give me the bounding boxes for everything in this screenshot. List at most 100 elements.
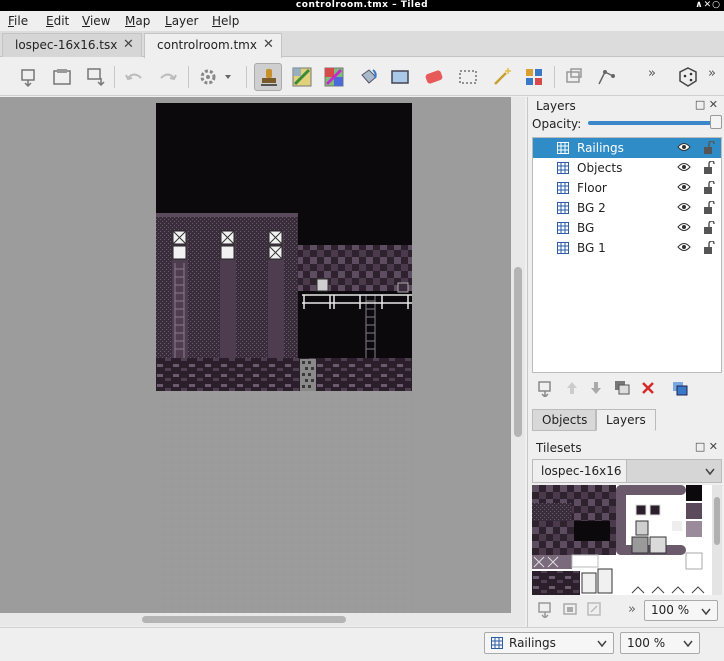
menu-map[interactable]: Map bbox=[125, 13, 150, 29]
float-icon[interactable]: □ bbox=[695, 98, 705, 111]
remove-layer-button[interactable] bbox=[638, 379, 658, 399]
toolbar-overflow-button[interactable]: » bbox=[648, 66, 656, 81]
new-layer-button[interactable] bbox=[536, 379, 556, 399]
map-vertical-scrollbar[interactable] bbox=[511, 97, 525, 613]
lock-icon[interactable] bbox=[703, 201, 715, 215]
wang-brush-button[interactable] bbox=[320, 63, 348, 91]
layer-row-railings[interactable]: Railings bbox=[533, 138, 721, 158]
menu-view-label: iew bbox=[89, 14, 111, 28]
menu-view[interactable]: View bbox=[82, 13, 110, 29]
toolbar-overflow-button-2[interactable]: » bbox=[708, 66, 716, 81]
map-zoom-combo[interactable]: 100 % bbox=[620, 632, 700, 654]
visibility-eye-icon[interactable] bbox=[677, 241, 691, 253]
menu-file[interactable]: File bbox=[8, 13, 28, 29]
visibility-eye-icon[interactable] bbox=[677, 141, 691, 153]
close-icon[interactable]: ✕ bbox=[123, 34, 134, 56]
current-layer-combo[interactable]: Railings bbox=[484, 632, 614, 654]
opacity-slider[interactable] bbox=[588, 121, 718, 125]
tile-layer-icon bbox=[557, 162, 569, 174]
tab-objects[interactable]: Objects bbox=[532, 409, 596, 431]
bucket-fill-button[interactable] bbox=[354, 63, 382, 91]
layers-panel-controls[interactable]: □ ✕ bbox=[695, 98, 718, 111]
edit-polygons-icon bbox=[598, 70, 615, 85]
map-canvas[interactable] bbox=[0, 97, 515, 613]
shape-fill-button[interactable] bbox=[386, 63, 414, 91]
layer-row-floor[interactable]: Floor bbox=[533, 178, 721, 198]
lock-icon[interactable] bbox=[703, 241, 715, 255]
layer-row-objects[interactable]: Objects bbox=[533, 158, 721, 178]
rect-select-button[interactable] bbox=[454, 63, 482, 91]
commands-button[interactable] bbox=[194, 63, 234, 91]
menu-map-mnemonic: M bbox=[125, 14, 136, 28]
float-icon[interactable]: □ bbox=[695, 440, 705, 453]
undo-button[interactable] bbox=[120, 63, 148, 91]
lock-icon[interactable] bbox=[703, 221, 715, 235]
random-mode-button[interactable] bbox=[674, 63, 702, 91]
duplicate-layer-button[interactable] bbox=[612, 379, 632, 399]
embed-tileset-button[interactable] bbox=[560, 600, 580, 620]
window-controls[interactable]: ∧✕○ bbox=[695, 0, 721, 11]
tab-lospec-16x16[interactable]: lospec-16x16 bbox=[533, 460, 627, 482]
show-other-layers-icon bbox=[673, 382, 688, 396]
chevron-down-icon[interactable] bbox=[705, 468, 715, 476]
lock-icon[interactable] bbox=[703, 161, 715, 175]
map-horizontal-scrollbar[interactable] bbox=[0, 613, 525, 626]
layer-list[interactable]: Railings Objects Floor BG 2 BG BG 1 bbox=[532, 137, 722, 373]
raise-layer-icon bbox=[567, 382, 577, 394]
open-button[interactable] bbox=[48, 63, 76, 91]
save-button[interactable] bbox=[82, 63, 110, 91]
visibility-eye-icon[interactable] bbox=[677, 201, 691, 213]
menu-edit[interactable]: Edit bbox=[46, 13, 69, 29]
tileset-zoom-combo[interactable]: 100 % bbox=[644, 600, 718, 621]
edit-tileset-icon bbox=[587, 602, 601, 616]
close-icon[interactable]: ✕ bbox=[709, 98, 718, 111]
close-icon[interactable]: ✕ bbox=[263, 34, 274, 56]
select-same-tile-button[interactable] bbox=[520, 63, 548, 91]
edit-tileset-button[interactable] bbox=[584, 600, 604, 620]
visibility-eye-icon[interactable] bbox=[677, 221, 691, 233]
tab-controlroom-map[interactable]: controlroom.tmx ✕ bbox=[144, 33, 282, 58]
map-view[interactable] bbox=[156, 103, 412, 613]
terrain-brush-button[interactable] bbox=[288, 63, 316, 91]
scrollbar-thumb[interactable] bbox=[514, 267, 522, 437]
eraser-button[interactable] bbox=[420, 63, 448, 91]
stamp-brush-icon bbox=[261, 69, 277, 86]
new-map-button[interactable] bbox=[16, 63, 44, 91]
tileset-view[interactable] bbox=[532, 485, 712, 595]
lock-icon[interactable] bbox=[703, 181, 715, 195]
show-other-layers-button[interactable] bbox=[670, 379, 690, 399]
new-tileset-button[interactable] bbox=[536, 600, 556, 620]
stamp-brush-button[interactable] bbox=[254, 63, 282, 91]
layer-row-bg1[interactable]: BG 1 bbox=[533, 238, 721, 258]
visibility-eye-icon[interactable] bbox=[677, 161, 691, 173]
menu-help-mnemonic: H bbox=[212, 14, 222, 28]
move-icon bbox=[566, 68, 582, 83]
toolbar-separator bbox=[114, 66, 115, 88]
magic-wand-button[interactable] bbox=[488, 63, 516, 91]
redo-button[interactable] bbox=[154, 63, 182, 91]
tab-layers[interactable]: Layers bbox=[596, 409, 656, 431]
layer-row-bg2[interactable]: BG 2 bbox=[533, 198, 721, 218]
menu-file-label: ile bbox=[14, 14, 29, 28]
opacity-slider-handle[interactable] bbox=[710, 115, 722, 129]
toolbar-separator bbox=[246, 66, 247, 88]
menu-layer[interactable]: Layer bbox=[165, 13, 198, 29]
raise-layer-button[interactable] bbox=[562, 379, 582, 399]
tileset-toolbar-overflow[interactable]: » bbox=[624, 600, 640, 620]
scrollbar-thumb[interactable] bbox=[142, 616, 346, 623]
menu-help[interactable]: Help bbox=[212, 13, 239, 29]
visibility-eye-icon[interactable] bbox=[677, 181, 691, 193]
layer-row-bg[interactable]: BG bbox=[533, 218, 721, 238]
scrollbar-thumb[interactable] bbox=[714, 497, 720, 545]
tilesets-panel-controls[interactable]: □ ✕ bbox=[695, 440, 718, 453]
save-icon bbox=[87, 68, 105, 87]
edit-polygons-button[interactable] bbox=[592, 63, 620, 91]
lower-layer-button[interactable] bbox=[586, 379, 606, 399]
close-icon[interactable]: ✕ bbox=[709, 440, 718, 453]
tab-lospec-tileset[interactable]: lospec-16x16.tsx ✕ bbox=[2, 33, 142, 57]
menu-help-label: elp bbox=[221, 14, 240, 28]
tileset-vertical-scrollbar[interactable] bbox=[712, 485, 722, 595]
lock-icon[interactable] bbox=[703, 141, 715, 155]
new-tileset-icon bbox=[538, 602, 551, 620]
move-button[interactable] bbox=[560, 63, 588, 91]
